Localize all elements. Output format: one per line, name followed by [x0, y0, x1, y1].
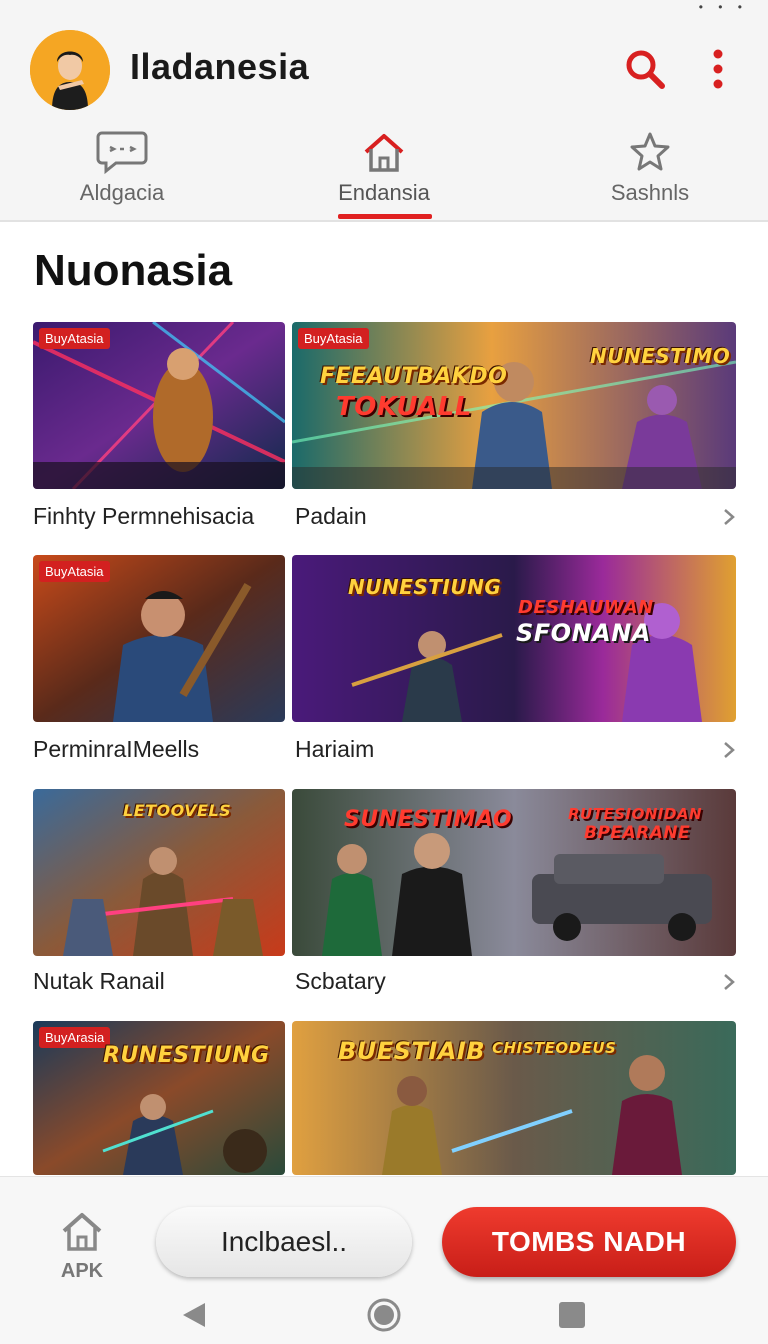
- status-bar-icons: • • •: [698, 0, 748, 14]
- star-icon: [628, 128, 672, 176]
- game-thumbnail[interactable]: SUNESTIMAO RUTESIONIDAN BPEARANE: [292, 789, 736, 956]
- system-home-button[interactable]: [364, 1295, 404, 1335]
- promo-badge: BuyAtasia: [39, 561, 110, 582]
- section-title: Nuonasia: [34, 246, 233, 295]
- system-recents-button[interactable]: [552, 1295, 592, 1335]
- tab-label: Sashnls: [610, 180, 690, 205]
- game-thumbnail[interactable]: LETOOVELS: [33, 789, 285, 956]
- game-banner-logo: NUNESTIUNG: [348, 575, 502, 599]
- chat-icon: [96, 128, 148, 176]
- tab-bar: Aldgacia Endansia Sashnls: [0, 128, 768, 222]
- game-thumbnail[interactable]: NUNESTIUNG DESHAUWAN SFONANA: [292, 555, 736, 722]
- game-banner-logo: RUNESTIUNG: [103, 1043, 270, 1068]
- search-button[interactable]: [620, 44, 670, 94]
- game-thumbnail[interactable]: BuyAtasia: [33, 322, 285, 489]
- game-title[interactable]: PerminraIMeells: [33, 736, 199, 763]
- chevron-right-icon[interactable]: [720, 507, 738, 527]
- game-title[interactable]: Finhty Permnehisacia: [33, 503, 254, 530]
- app-header: • • • Iladanesia Aldgacia Endansia Sashn…: [0, 0, 768, 222]
- game-banner-subtitle: SFONANA: [516, 619, 651, 647]
- game-thumbnail[interactable]: BuyAtasia FEEAUTBAKDO TOKUALL NUNESTIMO: [292, 322, 736, 489]
- promo-badge: BuyAtasia: [39, 328, 110, 349]
- game-banner-logo: SUNESTIMAO: [344, 807, 513, 832]
- game-banner-subtitle: BPEARANE: [584, 823, 691, 843]
- tab-label: Aldgacia: [79, 180, 165, 205]
- home-icon: [362, 128, 406, 176]
- game-title[interactable]: Nutak Ranail: [33, 968, 165, 995]
- secondary-button[interactable]: Inclbaesl..: [156, 1207, 412, 1277]
- bottom-action-bar: APK Inclbaesl.. TOMBS NADH: [0, 1176, 768, 1344]
- system-back-button[interactable]: [174, 1295, 214, 1335]
- home-icon: [62, 1213, 102, 1251]
- avatar-portrait-icon: [30, 30, 110, 110]
- tab-aldgacia[interactable]: Aldgacia: [72, 128, 172, 222]
- game-banner-subtitle: TOKUALL: [336, 392, 472, 422]
- game-thumbnail[interactable]: BuyAtasia: [33, 555, 285, 722]
- more-vertical-icon: [713, 49, 723, 89]
- game-title[interactable]: Padain: [295, 503, 367, 530]
- promo-badge: BuyAtasia: [298, 328, 369, 349]
- tab-sashnls[interactable]: Sashnls: [600, 128, 700, 222]
- recents-square-icon: [559, 1302, 585, 1328]
- game-banner-logo: BUESTIAIB: [338, 1037, 486, 1065]
- app-title: Iladanesia: [130, 46, 310, 87]
- apk-label: APK: [60, 1260, 104, 1282]
- primary-button[interactable]: TOMBS NADH: [442, 1207, 736, 1277]
- game-banner-title: RUTESIONIDAN: [568, 805, 703, 823]
- game-banner-logo: LETOOVELS: [123, 801, 232, 820]
- avatar[interactable]: [30, 30, 110, 110]
- game-banner-title: CHISTEODEUS: [492, 1039, 617, 1057]
- game-title[interactable]: Hariaim: [295, 736, 374, 763]
- more-options-button[interactable]: [700, 44, 736, 94]
- game-banner-logo: NUNESTIMO: [590, 344, 731, 368]
- game-title[interactable]: Scbatary: [295, 968, 386, 995]
- game-banner-title: FEEAUTBAKDO: [320, 364, 508, 389]
- game-thumbnail[interactable]: BuyArasia RUNESTIUNG: [33, 1021, 285, 1175]
- promo-badge: BuyArasia: [39, 1027, 111, 1048]
- back-triangle-icon: [183, 1303, 205, 1327]
- search-icon: [626, 50, 665, 89]
- active-tab-indicator: [338, 214, 432, 219]
- chevron-right-icon[interactable]: [720, 740, 738, 760]
- home-circle-icon: [367, 1298, 401, 1332]
- apk-button[interactable]: APK: [50, 1209, 114, 1283]
- tab-endansia[interactable]: Endansia: [334, 128, 434, 222]
- game-banner-title: DESHAUWAN: [518, 597, 654, 618]
- tab-label: Endansia: [338, 180, 430, 205]
- chevron-right-icon[interactable]: [720, 972, 738, 992]
- game-thumbnail[interactable]: BUESTIAIB CHISTEODEUS: [292, 1021, 736, 1175]
